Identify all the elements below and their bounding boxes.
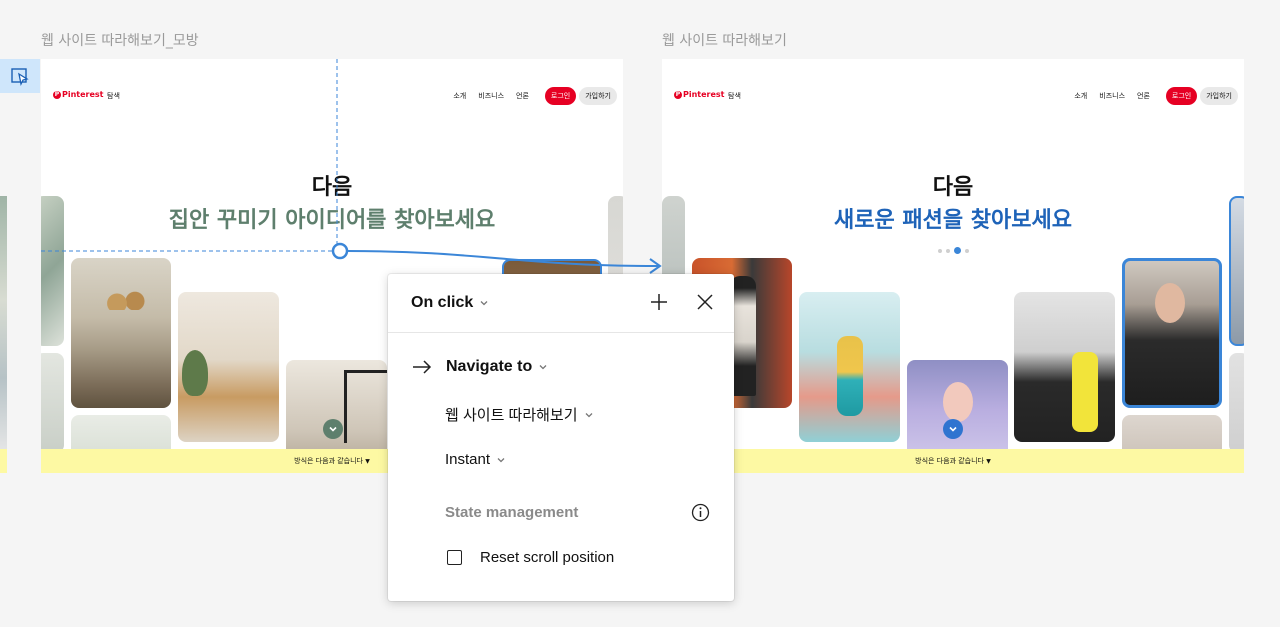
- destination-label: 웹 사이트 따라해보기: [445, 407, 578, 424]
- site-header: P Pinterest 탐색 소개 비즈니스 언론 로그인 가입하기: [662, 87, 1244, 107]
- reset-scroll-option[interactable]: Reset scroll position: [447, 549, 734, 566]
- window-frame: [344, 370, 387, 443]
- figure: [837, 336, 863, 416]
- how-it-works-banner[interactable]: 방식은 다음과 같습니다 ▼: [662, 449, 1244, 473]
- site-logo[interactable]: P Pinterest: [674, 90, 725, 99]
- nav-business[interactable]: 비즈니스: [1099, 91, 1125, 101]
- login-button[interactable]: 로그인: [1165, 87, 1198, 105]
- nav-press[interactable]: 언론: [516, 91, 529, 101]
- hero-title: 다음: [932, 175, 974, 200]
- animation-label: Instant: [445, 451, 491, 468]
- banner-text: 방식은 다음과 같습니다: [915, 457, 984, 465]
- info-button[interactable]: [691, 503, 710, 527]
- nav-explore[interactable]: 탐색: [107, 91, 120, 101]
- pin-image[interactable]: [41, 353, 64, 453]
- banner-text: 방식은 다음과 같습니다: [294, 457, 363, 465]
- close-icon: [697, 294, 713, 310]
- reset-scroll-label: Reset scroll position: [480, 549, 615, 566]
- chevron-down-icon: [329, 426, 337, 432]
- carousel-dot[interactable]: [946, 248, 950, 253]
- panel-header: On click: [388, 274, 734, 333]
- scroll-down-button[interactable]: [943, 419, 963, 439]
- play-frame-icon: [11, 68, 29, 86]
- pin-image[interactable]: [71, 258, 171, 408]
- carousel-dots: [938, 247, 969, 254]
- hero-title: 다음: [311, 175, 353, 200]
- trigger-label: On click: [411, 294, 474, 311]
- info-icon: [691, 503, 710, 522]
- pin-image[interactable]: [178, 292, 279, 442]
- pin-image[interactable]: [286, 360, 387, 460]
- nav-explore[interactable]: 탐색: [728, 91, 741, 101]
- hero-subtitle: 새로운 패션을 찾아보세요: [834, 208, 1072, 233]
- carousel-dot[interactable]: [938, 248, 942, 253]
- nav-press[interactable]: 언론: [1137, 91, 1150, 101]
- pin-image[interactable]: [799, 292, 900, 442]
- carousel-dot-active[interactable]: [954, 247, 961, 254]
- chevron-down-icon: [480, 301, 488, 306]
- frame-label-right[interactable]: 웹 사이트 따라해보기: [662, 30, 787, 50]
- chevron-down-icon: [585, 412, 593, 417]
- interaction-details-panel: On click Navigate to 웹 사이트 따라해보기 Instant…: [388, 274, 734, 601]
- chevron-down-icon: ▼: [986, 458, 991, 465]
- destination-dropdown[interactable]: 웹 사이트 따라해보기: [445, 404, 734, 425]
- chevron-down-icon: [949, 426, 957, 432]
- prototype-tool-button[interactable]: [0, 59, 40, 93]
- nav-business[interactable]: 비즈니스: [478, 91, 504, 101]
- pin-image[interactable]: [1229, 196, 1244, 346]
- signup-button[interactable]: 가입하기: [579, 87, 617, 105]
- logo-text: Pinterest: [62, 90, 104, 99]
- pin-image[interactable]: [1014, 292, 1115, 442]
- yellow-outfit: [1072, 352, 1098, 432]
- pinterest-logo-icon: P: [674, 90, 682, 99]
- reset-scroll-checkbox[interactable]: [447, 550, 462, 565]
- carousel-dot[interactable]: [965, 248, 969, 253]
- animation-dropdown[interactable]: Instant: [445, 451, 734, 468]
- pin-image[interactable]: [1229, 353, 1244, 453]
- chevron-down-icon: ▼: [365, 458, 370, 465]
- pin-image[interactable]: [41, 196, 64, 346]
- nav-about[interactable]: 소개: [1074, 91, 1087, 101]
- scroll-down-button[interactable]: [323, 419, 343, 439]
- pinterest-logo-icon: P: [53, 90, 61, 99]
- pin-image[interactable]: [907, 360, 1008, 460]
- logo-text: Pinterest: [683, 90, 725, 99]
- nav-about[interactable]: 소개: [453, 91, 466, 101]
- state-management-label: State management: [445, 504, 579, 521]
- frame-label-left[interactable]: 웹 사이트 따라해보기_모방: [41, 30, 199, 50]
- chevron-down-icon: [497, 457, 505, 462]
- arrow-right-icon: [413, 360, 432, 374]
- pendant-lamps: [105, 288, 145, 310]
- pin-image[interactable]: [1122, 258, 1222, 408]
- close-button[interactable]: [693, 290, 717, 314]
- add-interaction-button[interactable]: [647, 290, 671, 314]
- face: [943, 382, 973, 422]
- hero-subtitle: 집안 꾸미기 아이디어를 찾아보세요: [168, 208, 496, 233]
- signup-button[interactable]: 가입하기: [1200, 87, 1238, 105]
- trigger-dropdown[interactable]: On click: [411, 294, 489, 312]
- action-label: Navigate to: [446, 358, 533, 375]
- offscreen-banner-strip: [0, 449, 7, 473]
- chevron-down-icon: [539, 365, 547, 370]
- login-button[interactable]: 로그인: [544, 87, 577, 105]
- action-dropdown[interactable]: Navigate to: [412, 358, 734, 376]
- site-header: P Pinterest 탐색 소개 비즈니스 언론 로그인 가입하기: [41, 87, 623, 107]
- offscreen-pin-strip: [0, 196, 7, 456]
- frame-right[interactable]: P Pinterest 탐색 소개 비즈니스 언론 로그인 가입하기 다음 새로운…: [662, 59, 1244, 473]
- face: [1155, 283, 1185, 323]
- site-logo[interactable]: P Pinterest: [53, 90, 104, 99]
- plus-icon: [651, 294, 667, 310]
- arrow-head-icon: [649, 258, 662, 274]
- plant: [182, 350, 208, 396]
